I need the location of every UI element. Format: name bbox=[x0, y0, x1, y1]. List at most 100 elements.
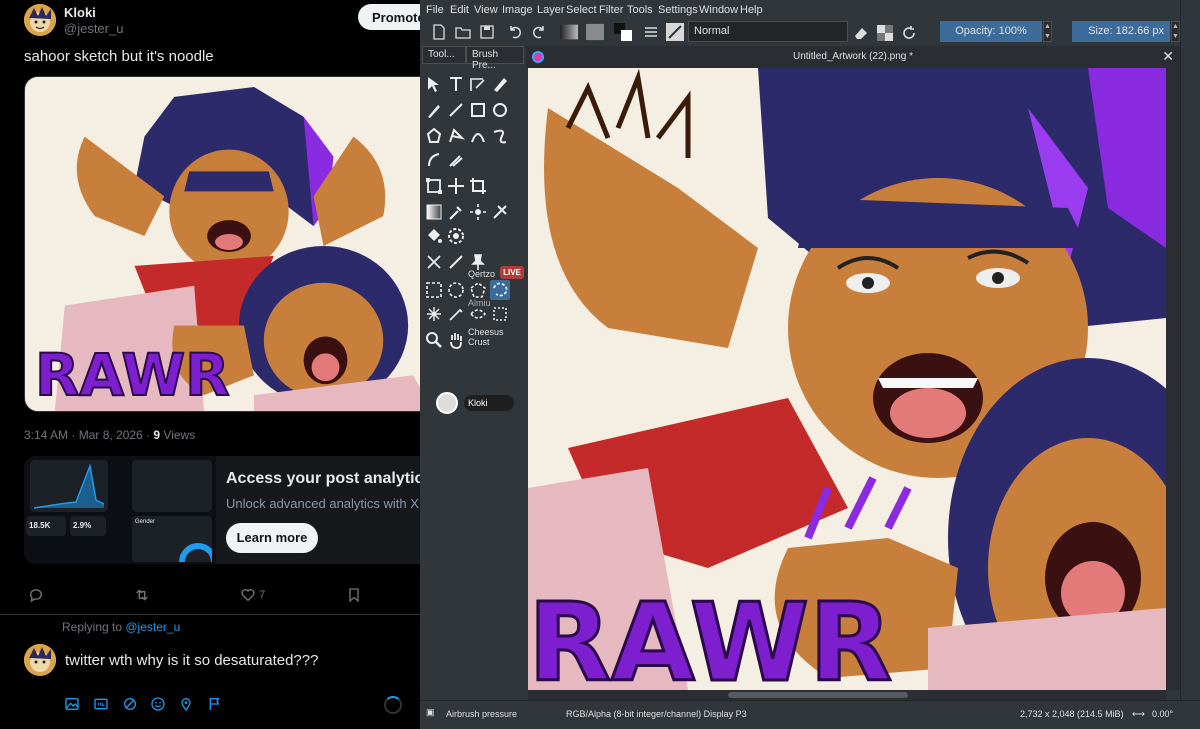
thumb-table-card bbox=[132, 460, 212, 512]
menu-window[interactable]: Window bbox=[699, 4, 738, 16]
reply-icon bbox=[30, 589, 42, 603]
multibrush-icon[interactable] bbox=[446, 150, 466, 170]
brush-preset-icon[interactable] bbox=[666, 23, 684, 41]
reply-button[interactable] bbox=[28, 587, 44, 607]
rectangle-tool-icon[interactable] bbox=[468, 100, 488, 120]
blend-mode-select[interactable]: Normal bbox=[688, 21, 848, 42]
text-tool-icon[interactable] bbox=[446, 74, 466, 94]
edit-shapes-icon[interactable] bbox=[468, 74, 488, 94]
gradient-swatch[interactable] bbox=[560, 23, 582, 41]
scrollbar-thumb[interactable] bbox=[728, 692, 908, 698]
promote-button[interactable]: Promote bbox=[358, 4, 420, 30]
post-timestamp[interactable]: 3:14 AM · Mar 8, 2026 · bbox=[24, 428, 153, 442]
color-swatch[interactable] bbox=[614, 23, 632, 41]
media-icon[interactable] bbox=[64, 696, 80, 712]
menu-view[interactable]: View bbox=[474, 4, 498, 16]
replying-handle[interactable]: @jester_u bbox=[125, 620, 180, 634]
image-dimensions: 2,732 x 2,048 (214.5 MiB) bbox=[1020, 709, 1124, 719]
gif-icon[interactable] bbox=[93, 696, 109, 712]
rect-select-icon[interactable] bbox=[424, 280, 444, 300]
zoom-tool-icon[interactable] bbox=[424, 330, 444, 350]
heart-icon bbox=[241, 589, 255, 602]
menu-image[interactable]: Image bbox=[502, 4, 533, 16]
emoji-icon[interactable] bbox=[150, 696, 166, 712]
pan-tool-icon[interactable] bbox=[446, 330, 466, 350]
author-name[interactable]: Kloki bbox=[64, 5, 96, 20]
canvas[interactable]: RAWR bbox=[528, 68, 1166, 690]
redo-icon[interactable] bbox=[530, 23, 548, 41]
eraser-icon[interactable] bbox=[852, 24, 870, 42]
fill-tool-icon[interactable] bbox=[424, 226, 444, 246]
menu-filter[interactable]: Filter bbox=[599, 4, 623, 16]
line-tool-icon[interactable] bbox=[446, 100, 466, 120]
author-avatar[interactable] bbox=[24, 4, 56, 36]
menu-tools[interactable]: Tools bbox=[627, 4, 653, 16]
open-folder-icon[interactable] bbox=[454, 23, 472, 41]
ellipse-select-icon[interactable] bbox=[446, 280, 466, 300]
menu-file[interactable]: File bbox=[426, 4, 444, 16]
like-button[interactable]: 7 bbox=[240, 587, 265, 607]
brush-size-slider[interactable]: Size: 182.66 px bbox=[1072, 21, 1170, 42]
rotation-value[interactable]: 0.00° bbox=[1152, 709, 1173, 719]
magnetic-select-icon[interactable] bbox=[490, 304, 510, 324]
horizontal-scrollbar[interactable] bbox=[528, 690, 1166, 700]
brush-tool-icon[interactable] bbox=[424, 100, 444, 120]
analytics-upsell-card[interactable]: 18.5K 2.9% Gender Access your post analy… bbox=[24, 456, 420, 564]
bookmark-button[interactable] bbox=[346, 587, 362, 607]
bezier-tool-icon[interactable] bbox=[468, 126, 488, 146]
repost-button[interactable] bbox=[134, 587, 150, 607]
polygon-tool-icon[interactable] bbox=[424, 126, 444, 146]
grok-icon[interactable] bbox=[122, 696, 138, 712]
brush-presets-tab[interactable]: Brush Pre... bbox=[466, 46, 524, 71]
menu-layer[interactable]: Layer bbox=[537, 4, 565, 16]
size-spinner[interactable]: ▲ ▼ bbox=[1171, 21, 1180, 42]
ellipse-tool-icon[interactable] bbox=[490, 100, 510, 120]
dynamic-brush-icon[interactable] bbox=[424, 150, 444, 170]
freehand-select-icon[interactable] bbox=[490, 280, 510, 300]
rotation-icon[interactable]: ⟷ bbox=[1132, 709, 1145, 720]
assistant-tool-icon[interactable] bbox=[490, 202, 510, 222]
gradient-tool-icon[interactable] bbox=[424, 202, 444, 222]
smart-patch-icon[interactable] bbox=[468, 202, 488, 222]
vertical-scrollbar[interactable] bbox=[1166, 68, 1180, 690]
similar-select-icon[interactable] bbox=[446, 304, 466, 324]
pattern-swatch[interactable] bbox=[586, 23, 606, 41]
polygon-select-icon[interactable] bbox=[468, 280, 488, 300]
polyline-tool-icon[interactable] bbox=[446, 126, 466, 146]
author-handle[interactable]: @jester_u bbox=[64, 21, 123, 36]
save-icon[interactable] bbox=[478, 23, 496, 41]
menu-settings[interactable]: Settings bbox=[658, 4, 698, 16]
menu-help[interactable]: Help bbox=[740, 4, 763, 16]
move-tool-icon[interactable] bbox=[446, 176, 466, 196]
menu-select[interactable]: Select bbox=[566, 4, 597, 16]
close-icon[interactable]: ✕ bbox=[1162, 48, 1174, 65]
location-icon[interactable] bbox=[178, 696, 194, 712]
measure-tool-icon[interactable] bbox=[424, 252, 444, 272]
toolbox-tab[interactable]: Tool... bbox=[422, 46, 466, 64]
reload-preset-icon[interactable] bbox=[900, 24, 918, 42]
contiguous-select-icon[interactable] bbox=[424, 304, 444, 324]
crop-tool-icon[interactable] bbox=[468, 176, 488, 196]
transform-tool-icon[interactable] bbox=[424, 176, 444, 196]
select-shapes-icon[interactable] bbox=[424, 74, 444, 94]
collaborator-avatar[interactable] bbox=[436, 392, 458, 414]
post-image[interactable]: RAWR bbox=[24, 76, 420, 412]
freehand-path-icon[interactable] bbox=[490, 126, 510, 146]
enclose-fill-icon[interactable] bbox=[446, 226, 466, 246]
document-title[interactable]: Untitled_Artwork (22).png * bbox=[526, 51, 1180, 62]
reply-input[interactable]: twitter wth why is it so desaturated??? bbox=[65, 652, 318, 669]
reply-avatar[interactable] bbox=[24, 644, 56, 676]
opacity-spinner[interactable]: ▲ ▼ bbox=[1043, 21, 1052, 42]
reference-tool-icon[interactable] bbox=[446, 252, 466, 272]
undo-icon[interactable] bbox=[506, 23, 524, 41]
color-picker-icon[interactable] bbox=[446, 202, 466, 222]
opacity-slider[interactable]: Opacity: 100% bbox=[940, 21, 1042, 42]
flag-icon[interactable] bbox=[207, 696, 223, 712]
brush-preset-icon[interactable]: ▣ bbox=[426, 707, 435, 718]
new-document-icon[interactable] bbox=[430, 23, 448, 41]
calligraphy-icon[interactable] bbox=[490, 74, 510, 94]
menu-edit[interactable]: Edit bbox=[450, 4, 469, 16]
alpha-lock-icon[interactable] bbox=[876, 24, 894, 42]
brush-settings-icon[interactable] bbox=[642, 23, 660, 41]
learn-more-button[interactable]: Learn more bbox=[226, 523, 318, 553]
